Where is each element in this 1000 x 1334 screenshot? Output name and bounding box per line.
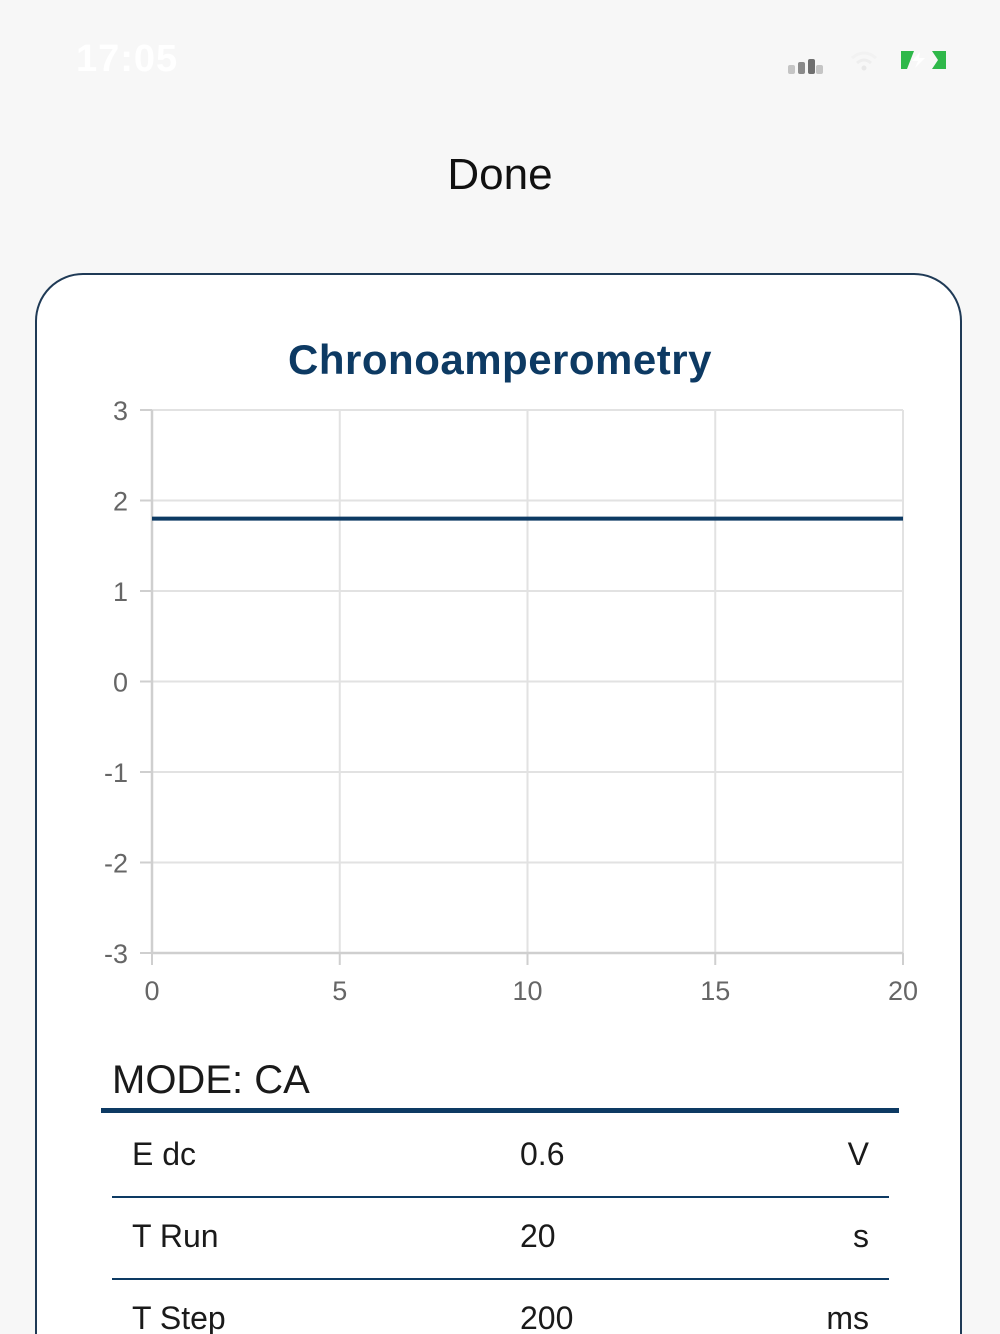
param-row-t-step: T Step 200 ms	[112, 1280, 889, 1334]
mode-label: MODE: CA	[112, 1058, 310, 1102]
y-tick-label: 3	[113, 396, 128, 426]
done-title[interactable]: Done	[0, 150, 1000, 200]
x-tick-label: 5	[332, 976, 347, 1006]
param-value: 0.6	[520, 1136, 565, 1172]
param-name: T Step	[132, 1300, 226, 1334]
chart-title: Chronoamperometry	[288, 336, 712, 383]
param-value: 200	[520, 1300, 574, 1334]
param-value: 20	[520, 1218, 556, 1254]
screen: 17:05 Done Chronoamperometry 3 2 1 0 -1 -2 -3 0…	[0, 0, 1000, 1334]
y-tick-label: -1	[104, 758, 128, 788]
mode-divider	[101, 1108, 899, 1113]
x-tick-label: 10	[512, 976, 542, 1006]
param-name: T Run	[132, 1218, 219, 1254]
param-unit: s	[853, 1218, 869, 1254]
param-unit: ms	[826, 1300, 869, 1334]
x-tick-label: 0	[144, 976, 159, 1006]
status-bar: 17:05	[0, 0, 1000, 120]
param-row-e-dc: E dc 0.6 V	[112, 1116, 889, 1198]
y-tick-label: -2	[104, 849, 128, 879]
param-row-t-run: T Run 20 s	[112, 1198, 889, 1280]
param-name: E dc	[132, 1136, 197, 1172]
cellular-signal-icon	[788, 58, 824, 74]
y-tick-label: -3	[104, 939, 128, 969]
wifi-icon	[851, 51, 877, 71]
y-tick-label: 2	[113, 487, 128, 517]
param-unit: V	[847, 1136, 869, 1172]
battery-charging-icon	[901, 51, 946, 69]
y-tick-label: 1	[113, 577, 128, 607]
status-time: 17:05	[76, 38, 179, 80]
x-tick-label: 20	[888, 976, 918, 1006]
x-tick-label: 15	[700, 976, 730, 1006]
y-tick-label: 0	[113, 668, 128, 698]
chronoamperometry-chart: 3210-1-2-30 5 10 15 20	[104, 396, 918, 1006]
